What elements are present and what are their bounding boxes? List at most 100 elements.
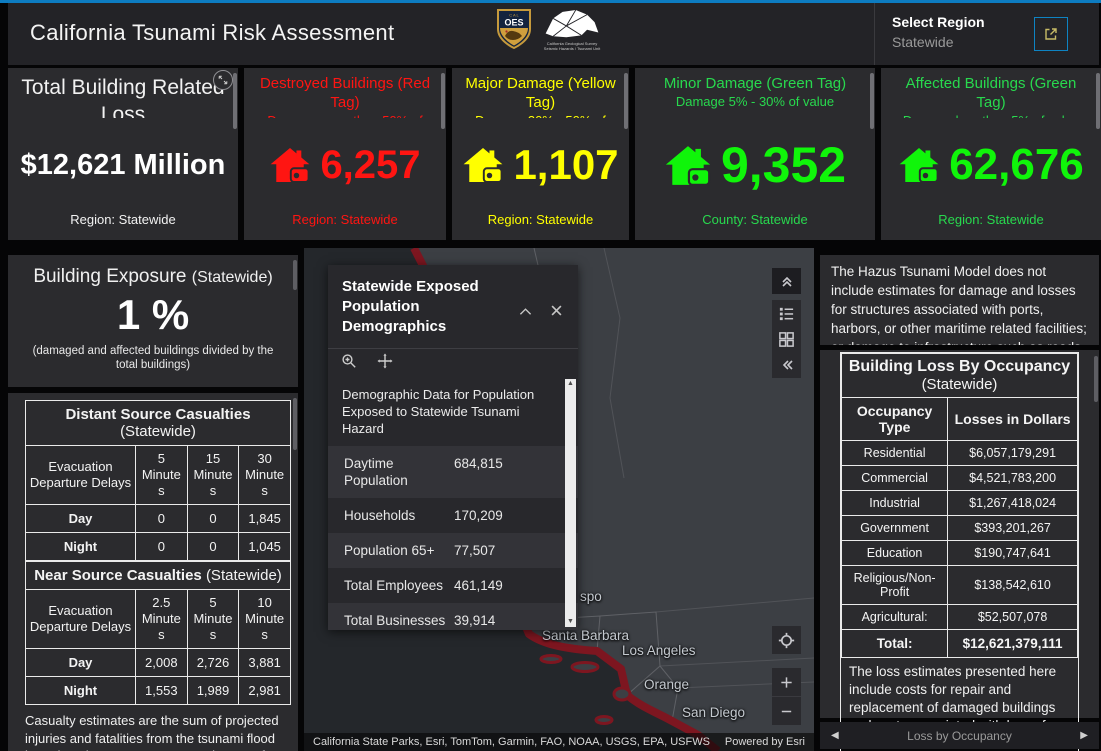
column-header: 15 Minutes [187,446,239,505]
popup-subtitle: Demographic Data for Population Exposed … [328,377,578,446]
house-tag-icon [664,144,712,187]
exposure-value: 1 % [8,291,298,339]
occupancy-row: Agricultural:$52,507,078 [842,605,1078,630]
basemap-gallery-button[interactable] [772,326,801,352]
map-city-label: Santa Barbara [542,628,629,643]
card-scrollbar[interactable] [1096,73,1100,129]
locate-button[interactable] [772,626,801,654]
occupancy-row: Government$393,201,267 [842,516,1078,541]
scroll-up-icon[interactable]: ▲ [567,379,574,389]
demographic-label: Total Employees [344,577,448,594]
demographic-value: 77,507 [454,542,495,559]
exposure-note: (damaged and affected buildings divided … [8,344,298,372]
stat-number: $12,621 Million [21,149,226,182]
left-column: Building Exposure (Statewide) 1 % (damag… [8,248,298,751]
stat-number: 9,352 [721,136,846,194]
building-exposure-panel: Building Exposure (Statewide) 1 % (damag… [8,255,298,387]
popup-title: Statewide Exposed Population Demographic… [342,277,492,337]
logos: C A L OES California Geological Survey S… [497,9,601,51]
stat-card: Minor Damage (Green Tag) Damage 5% - 30%… [635,68,875,240]
casualty-row: Night1,5531,9892,981 [26,677,291,705]
region-selector-value[interactable]: Statewide [892,34,985,50]
zoom-in-button[interactable] [772,668,801,697]
external-link-icon [1043,26,1059,42]
casualty-row: Day2,0082,7263,881 [26,649,291,677]
double-chevron-up-icon [778,272,796,290]
pager-next-icon[interactable]: ▶ [1080,730,1088,741]
column-header: 10 Minutes [239,590,291,649]
column-header: Evacuation Departure Delays [26,590,136,649]
occupancy-table-title: Building Loss By Occupancy (Statewide) [842,354,1078,398]
column-header: 5 Minutes [136,446,188,505]
pan-to-button[interactable] [377,353,393,374]
stat-title: Affected Buildings (Green Tag) [893,74,1089,112]
demographic-row: Households 170,209 [328,498,578,533]
legend-button[interactable] [772,300,801,326]
header: California Tsunami Risk Assessment C A L… [8,3,1099,65]
map-city-label: Los Angeles [622,643,696,658]
house-tag-icon [462,146,504,184]
card-scrollbar[interactable] [441,73,445,129]
popup-close-button[interactable] [551,303,562,321]
popup-toolbar [328,348,578,378]
zoom-to-button[interactable] [341,353,357,374]
demographic-label: Total Businesses [344,612,448,629]
expand-card-icon[interactable] [213,70,233,90]
column-header: Evacuation Departure Delays [26,446,136,505]
panel-scrollbar[interactable] [293,260,297,290]
legend-icon [778,305,795,322]
building-loss-table: Building Loss By Occupancy (Statewide) O… [841,353,1078,658]
collapse-panel-button[interactable] [772,268,801,294]
card-scrollbar[interactable] [624,73,628,129]
demographic-row: Population 65+ 77,507 [328,533,578,568]
stat-card-header: Minor Damage (Green Tag) Damage 5% - 30%… [635,68,875,118]
panel-pager: ◀ Loss by Occupancy ▶ [820,722,1099,749]
open-selector-button[interactable] [1034,17,1068,51]
distant-table-title: Distant Source Casualties (Statewide) [26,401,291,446]
popup-collapse-button[interactable] [519,303,532,321]
house-tag-icon [898,146,940,184]
card-scrollbar[interactable] [870,73,874,129]
stat-value: 6,257 [244,118,446,212]
occupancy-row: Commercial$4,521,783,200 [842,466,1078,491]
pager-prev-icon[interactable]: ◀ [831,730,839,741]
main-area: Building Exposure (Statewide) 1 % (damag… [8,248,1101,751]
occupancy-row: Education$190,747,641 [842,541,1078,566]
page-title: California Tsunami Risk Assessment [30,20,394,46]
occupancy-total-row: Total: $12,621,379,111 [842,630,1078,658]
occupancy-table-box: Building Loss By Occupancy (Statewide) O… [840,352,1079,751]
minus-icon [779,704,794,719]
stat-card-header: Destroyed Buildings (Red Tag) Damage mor… [244,68,446,118]
stat-value: 1,107 [452,118,629,212]
demographic-label: Households [344,507,448,524]
column-header: 30 Minutes [239,446,291,505]
card-scrollbar[interactable] [233,73,237,129]
map-city-label: San Diego [682,705,745,720]
stat-number: 6,257 [320,143,420,188]
header-divider [874,3,875,65]
stat-footer: County: Statewide [635,212,875,227]
scroll-down-icon[interactable]: ▼ [567,617,574,627]
demographic-value: 684,815 [454,455,503,489]
stat-footer: Region: Statewide [244,212,446,227]
stat-cards-row: Total Building Related Loss $12,621 Mill… [8,68,1101,240]
demographic-label: Population 65+ [344,542,448,559]
stat-card: Total Building Related Loss $12,621 Mill… [8,68,238,240]
stat-card: Major Damage (Yellow Tag) Damage 30% - 5… [452,68,629,240]
occupancy-panel: Building Loss By Occupancy (Statewide) O… [820,350,1099,718]
stat-footer: Region: Statewide [8,212,238,227]
popup-scrollbar[interactable]: ▲ ▼ [565,379,576,627]
panel-scrollbar[interactable] [293,398,297,450]
house-tag-icon [269,146,311,184]
stat-value: 9,352 [635,118,875,212]
map-canvas[interactable]: spo Santa Barbara Los Angeles Orange San… [304,248,814,751]
cal-oes-logo: C A L OES [497,9,531,49]
casualties-footnote: Casualty estimates are the sum of projec… [25,712,291,751]
region-selector[interactable]: Select Region Statewide [892,14,985,50]
panel-scrollbar[interactable] [1094,356,1098,402]
zoom-out-button[interactable] [772,697,801,725]
casualty-row: Night001,045 [26,533,291,561]
collapse-left-button[interactable] [772,352,801,378]
map-popup: Statewide Exposed Population Demographic… [328,265,578,630]
double-chevron-left-icon [778,356,796,374]
